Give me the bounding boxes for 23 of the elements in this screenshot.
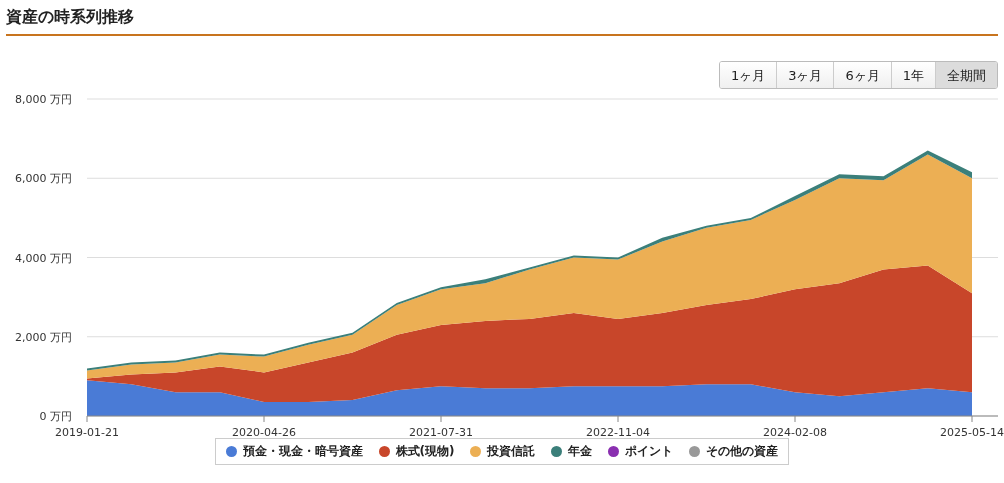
range-button[interactable]: 全期間 (935, 62, 997, 88)
x-axis-label: 2019-01-21 (55, 426, 119, 437)
range-button[interactable]: 1ヶ月 (719, 62, 777, 88)
legend-label[interactable]: 預金・現金・暗号資産 (242, 443, 363, 460)
y-axis-label: 8,000 万円 (15, 93, 72, 106)
x-axis-label: 2022-11-04 (586, 426, 650, 437)
y-axis-label: 0 万円 (39, 410, 72, 423)
x-axis-label: 2021-07-31 (409, 426, 473, 437)
y-axis-label: 6,000 万円 (15, 172, 72, 186)
legend-label[interactable]: 年金 (568, 443, 593, 460)
y-axis-label: 2,000 万円 (15, 330, 72, 344)
range-button[interactable]: 6ヶ月 (833, 62, 891, 88)
x-axis-label: 2025-05-14 (940, 426, 1004, 437)
range-button[interactable]: 3ヶ月 (776, 62, 834, 88)
legend-label[interactable]: ポイント (625, 443, 674, 460)
x-axis-label: 2020-04-26 (232, 426, 296, 437)
y-axis-label: 4,000 万円 (15, 251, 72, 265)
legend-label[interactable]: 株式(現物) (395, 443, 455, 460)
legend-label[interactable]: 投資信託 (487, 443, 536, 460)
legend-label[interactable]: その他の資産 (706, 443, 779, 460)
section-title: 資産の時系列推移 (6, 6, 134, 28)
range-button[interactable]: 1年 (890, 62, 935, 88)
x-axis-label: 2024-02-08 (763, 426, 827, 437)
